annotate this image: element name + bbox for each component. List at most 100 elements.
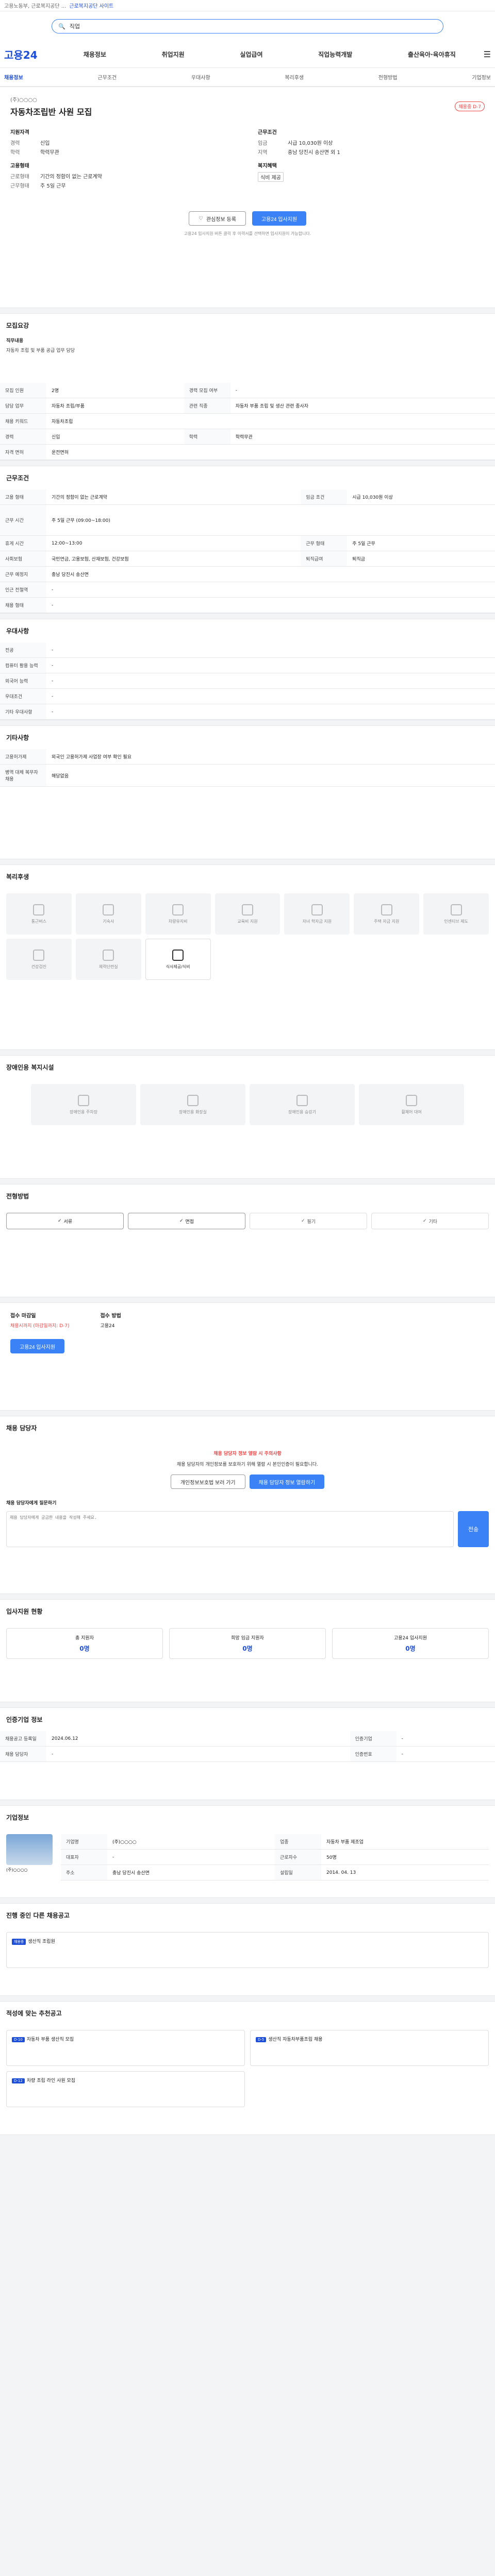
gym-icon [103, 949, 114, 961]
benefit-item: 건강검진 [6, 939, 72, 980]
apply-section: 접수 마감일 채용시까지 (마감일까지: D-7) 고용24 입사지원 접수 방… [0, 1302, 495, 1411]
kv-val: 신입 [40, 141, 50, 146]
ai-card[interactable]: D-5 생산직 자동차부품조립 채용 [250, 2030, 489, 2066]
screen-section: 전형방법 ✓ 서류 ✓ 면접 ✓ 필기 ✓ 기타 [0, 1184, 495, 1297]
qa-input[interactable] [6, 1511, 454, 1547]
disab-item: 휠체어 대여 [359, 1084, 464, 1125]
cap-icon [311, 904, 323, 916]
check-icon: ✓ [422, 1218, 427, 1224]
subnav-item-4[interactable]: 전형방법 [378, 73, 398, 81]
kv-key: 근로형태 [10, 174, 29, 180]
section-title: 근무조건 [6, 474, 29, 482]
kv-val: 학력무관 [40, 150, 59, 156]
benefit-item: 차량유지비 [145, 893, 211, 935]
benefit-item: 기숙사 [75, 893, 141, 935]
desc-heading: 직무내용 [6, 338, 24, 344]
benefit-item: 체력단련실 [75, 939, 141, 980]
benefit-item: 자녀 학자금 지원 [284, 893, 350, 935]
logo[interactable]: 고용24 [4, 47, 56, 62]
table-row: 우대조건 - [0, 688, 495, 704]
company-name[interactable]: (주)○○○○ [10, 95, 92, 103]
top-bar: 고용노동부, 근로복지공단 ... 근로복지공단 사이트 [0, 0, 495, 11]
disab-section: 장애인용 복지시설 장애인용 주차장 장애인용 화장실 장애인용 승강기 휠체어… [0, 1055, 495, 1179]
benefit-section: 복리후생 통근버스 기숙사 차량유지비 교육비 지원 자녀 학자금 지원 주택 … [0, 865, 495, 1050]
section-title: 진행 중인 다른 채용공고 [6, 1912, 70, 1919]
apply-label: 접수 마감일 [10, 1313, 36, 1319]
recruit-section: 모집요강 직무내용 자동차 조립 및 부품 공급 업무 담당 모집 인원 2명 경력… [0, 313, 495, 461]
kv-key: 경력 [10, 141, 20, 146]
etc-section: 기타사항 고용허가제 외국인 고용허가제 사업장 여부 확인 필요 병역 대체 복… [0, 725, 495, 859]
section-title: 우대사항 [6, 628, 29, 635]
emp-block: 고용형태 근로형태 기간의 정함이 없는 근로계약 근무형태 주 5일 근무 [10, 161, 237, 191]
screen-item: ✓ 면접 [128, 1213, 245, 1229]
qual-block: 지원자격 경력 신입 학력 학력무관 [10, 128, 237, 157]
method-label: 접수 방법 [100, 1313, 121, 1319]
menu-icon[interactable]: ☰ [484, 49, 491, 59]
section-title: 적성에 맞는 추천공고 [6, 2010, 62, 2017]
nav-item-4[interactable]: 출산육아·육아휴직 [408, 50, 456, 59]
status-section: 입사지원 현황 총 지원자 0명 희망 임금 지원자 0명 고용24 입사지원 0명 [0, 1599, 495, 1702]
stat-item: 희망 임금 지원자 0명 [169, 1628, 326, 1659]
benefit-item-active: 식사제공/식비 [145, 939, 211, 980]
job-desc: 직무내용 자동차 조립 및 부품 공급 업무 담당 [0, 337, 495, 383]
view-manager-button[interactable]: 채용 담당자 정보 열람하기 [249, 1475, 325, 1489]
section-title: 전형방법 [6, 1193, 29, 1200]
topbar-text: 고용노동부, 근로복지공단 ... [4, 4, 67, 9]
kv-key: 지역 [258, 150, 268, 156]
qa-send-button[interactable]: 전송 [458, 1511, 489, 1547]
job-title: 자동차조립반 사원 모집 [10, 107, 92, 117]
kv-key: 근무형태 [10, 183, 29, 189]
save-button[interactable]: ♡ 관심정보 등록 [188, 211, 246, 226]
nav-item-2[interactable]: 실업급여 [240, 50, 262, 59]
apply-button[interactable]: 고용24 입사지원 [252, 211, 307, 226]
elevator-icon [296, 1094, 308, 1106]
related-card[interactable]: 채용중 생산직 조립원 [6, 1932, 489, 1968]
kv-key: 임금 [258, 141, 268, 146]
kv-val: 기간의 정함이 없는 근로계약 [40, 174, 102, 180]
benefit-item: 통근버스 [6, 893, 72, 935]
table-row: 고용 형태 기간의 정함이 없는 근로계약 임금 조건 시급 10,030원 이상 [0, 489, 495, 505]
kv-val: 충남 당진시 송산면 외 1 [288, 150, 340, 156]
check-icon: ✓ [179, 1218, 184, 1224]
privacy-button[interactable]: 개인정보보호법 보러 가기 [170, 1475, 245, 1489]
table-row: 근무 시간 주 5일 근무 (09:00~18:00) [0, 504, 495, 536]
screen-item: ✓ 필기 [250, 1213, 367, 1229]
nav-item-0[interactable]: 채용정보 [84, 50, 106, 59]
subnav-item-0[interactable]: 채용정보 [4, 73, 23, 81]
toilet-icon [187, 1094, 199, 1106]
check-icon: ✓ [301, 1218, 305, 1224]
regist-table: 채용공고 등록일 2024.06.12 인증기업 - 채용 담당자 - 인증번호 - [0, 1731, 495, 1762]
table-row: 기타 우대사항 - [0, 704, 495, 720]
subnav-item-2[interactable]: 우대사항 [191, 73, 210, 81]
subnav-item-1[interactable]: 근무조건 [97, 73, 117, 81]
status-badge: 채용중 D-7 [455, 101, 485, 111]
company-table: 기업명 (주)○○○○ 업종 자동차 부품 제조업 대표자 - 근로자수 50명 주소 충남 … [61, 1834, 489, 1880]
nav-item-1[interactable]: 취업지원 [162, 50, 185, 59]
regist-section: 인증기업 정보 채용공고 등록일 2024.06.12 인증기업 - 채용 담당자 - 인… [0, 1707, 495, 1800]
subnav-item-5[interactable]: 기업정보 [472, 73, 491, 81]
apply-button-2[interactable]: 고용24 입사지원 [10, 1339, 65, 1353]
topbar-link[interactable]: 근로복지공단 사이트 [69, 2, 113, 9]
section-title: 기타사항 [6, 734, 29, 741]
etc-table: 고용허가제 외국인 고용허가제 사업장 여부 확인 필요 병역 대체 복무자 채용… [0, 749, 495, 787]
house-icon [381, 904, 392, 916]
table-row: 컴퓨터 활용 능력 - [0, 657, 495, 673]
table-row: 자격 면허 운전면허 [0, 444, 495, 460]
table-row: 채용 키워드 자동차조립 [0, 413, 495, 429]
warn-heading: 채용 담당자 정보 열람 시 주의사항 [213, 1451, 282, 1456]
ai-card[interactable]: D-10 자동차 부품 생산직 모집 [6, 2030, 245, 2066]
nav-item-3[interactable]: 직업능력개발 [318, 50, 352, 59]
kv-val: 시급 10,030원 이상 [288, 141, 333, 146]
meal-icon [172, 949, 184, 961]
health-icon [33, 949, 45, 961]
section-title: 채용 담당자 [6, 1425, 37, 1432]
header: 고용24 채용정보 취업지원 실업급여 직업능력개발 출산육아·육아휴직 ☰ [0, 41, 495, 68]
table-row: 외국어 능력 - [0, 673, 495, 689]
search-input[interactable]: 🔍 직업 [52, 19, 443, 33]
section-title: 복리후생 [6, 873, 29, 880]
subnav-item-3[interactable]: 복리후생 [285, 73, 304, 81]
search-bar: 🔍 직업 [0, 11, 495, 41]
section-title: 기업정보 [6, 1814, 29, 1821]
ai-card[interactable]: D-12 차량 조립 라인 사원 모집 [6, 2071, 245, 2107]
section-title: 장애인용 복지시설 [6, 1064, 54, 1071]
